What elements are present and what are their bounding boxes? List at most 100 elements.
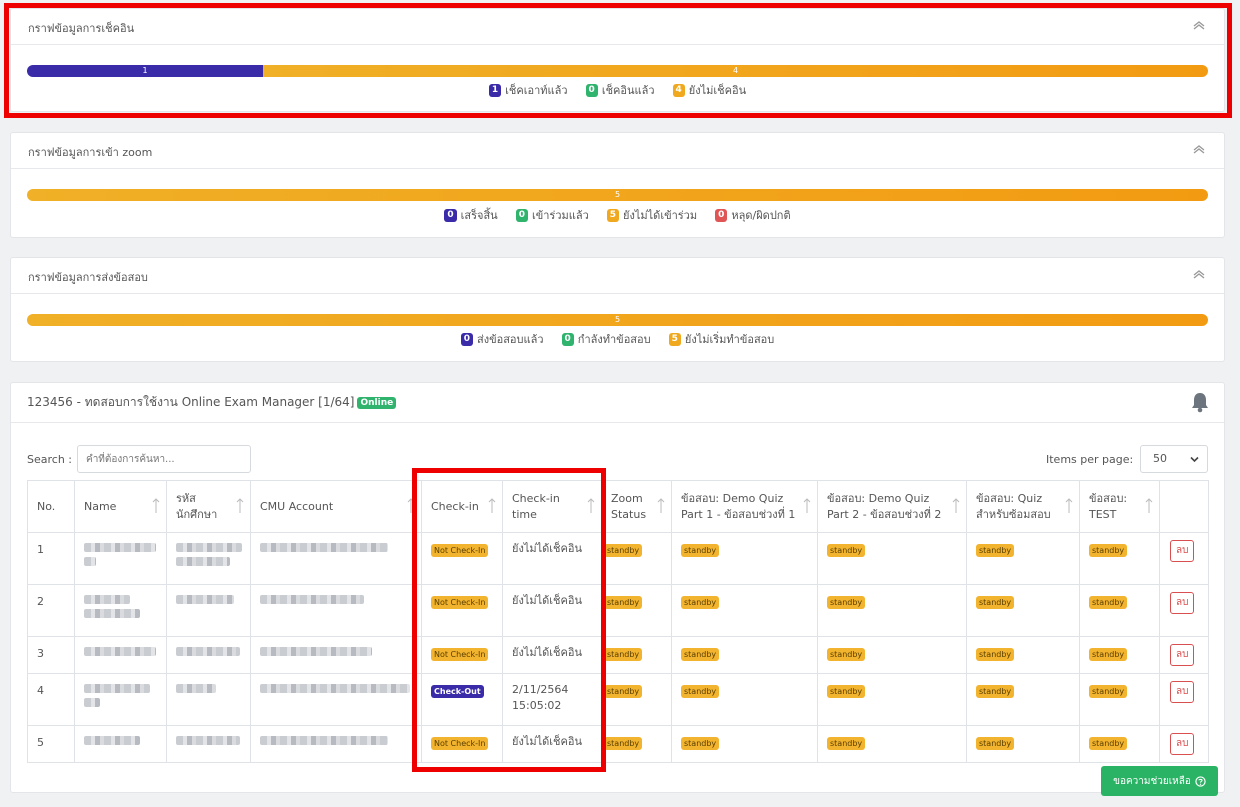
legend-label: กำลังทำข้อสอบ [577,333,651,346]
sort-arrow-icon[interactable] [236,497,244,515]
redacted-text [84,595,130,604]
legend-item: 4 ยังไม่เช็คอิน [672,81,746,99]
column-header[interactable]: CMU Account [250,480,422,533]
sort-arrow-icon[interactable] [407,497,415,515]
chevron-up-icon[interactable] [1192,268,1206,280]
column-header-label: Check-in [431,499,479,513]
redacted-student-id [166,636,251,674]
quiz1-status-badge: standby [681,544,720,557]
zoom-chart-card: กราฟข้อมูลการเข้า zoom 5 0 เสร็จสิ้น 0 เข้า… [10,132,1225,238]
exam-chart-header[interactable]: กราฟข้อมูลการส่งข้อสอบ [11,258,1224,294]
column-header[interactable]: ข้อสอบ: Quiz สำหรับซ้อมสอบ [966,480,1080,533]
sort-arrow-icon[interactable] [1065,497,1073,515]
column-header: No. [27,480,75,533]
sort-arrow-icon[interactable] [803,497,811,515]
checkin-time: ยังไม่ได้เช็คอิน [502,532,602,585]
quiz2-status-badge: standby [827,544,866,557]
legend-label: เสร็จสิ้น [460,209,498,222]
quiz4-status-badge: standby [1089,596,1128,609]
legend-count-badge: 1 [488,83,502,97]
column-header-label: Zoom Status [611,491,647,521]
sort-arrow-icon[interactable] [488,497,496,515]
sort-arrow-icon[interactable] [1145,497,1153,515]
legend-item: 0 ส่งข้อสอบแล้ว [460,330,544,348]
checkin-legend: 1 เช็คเอาท์แล้ว 0 เช็คอินแล้ว 4 ยังไม่เช็คอิน [11,81,1224,99]
sort-arrow-icon[interactable] [952,497,960,515]
chevron-up-icon[interactable] [1192,143,1206,155]
redacted-text [176,736,240,745]
column-header[interactable]: Zoom Status [601,480,672,533]
search-input[interactable] [77,445,251,473]
quiz2-status-badge: standby [827,596,866,609]
zoom-chart-title: กราฟข้อมูลการเข้า zoom [28,146,153,159]
checkin-time-text: ยังไม่ได้เช็คอิน [512,542,582,555]
sort-arrow-icon[interactable] [152,497,160,515]
items-per-page-select[interactable]: 50 [1140,445,1208,473]
quiz4-status-badge: standby [1089,685,1128,698]
progress-segment: 5 [27,314,1208,326]
sort-arrow-icon[interactable] [657,497,665,515]
bell-icon[interactable] [1190,391,1210,413]
redacted-cmu-account [250,725,422,763]
quiz1-status-badge: standby [681,648,720,661]
exam-progress-bar: 5 [27,314,1208,326]
help-button[interactable]: ขอความช่วยเหลือ [1101,766,1218,796]
quiz4-cell: standby [1079,673,1160,726]
students-card: 123456 - ทดสอบการใช้งาน Online Exam Mana… [10,382,1225,793]
delete-button[interactable]: ลบ [1170,681,1195,703]
delete-button[interactable]: ลบ [1170,540,1195,562]
quiz4-status-badge: standby [1089,737,1128,750]
redacted-text [176,595,234,604]
redacted-text [84,736,140,745]
items-per-page-value: 50 [1153,452,1167,465]
students-table: No. Name รหัส นักศึกษา CMU Account Check-in C… [27,480,1209,763]
column-header-label: รหัส นักศึกษา [176,491,218,521]
quiz1-cell: standby [671,584,818,637]
search-label: Search : [27,453,72,466]
quiz2-status-badge: standby [827,648,866,661]
column-header[interactable]: ข้อสอบ: TEST [1079,480,1160,533]
delete-button[interactable]: ลบ [1170,733,1195,755]
column-header[interactable]: ข้อสอบ: Demo Quiz Part 2 - ข้อสอบช่วงที่… [817,480,967,533]
legend-label: หลุด/ผิดปกติ [731,209,791,222]
legend-item: 5 ยังไม่ได้เข้าร่วม [606,206,697,224]
checkin-status-badge: Check-Out [431,685,484,698]
column-header[interactable]: Check-in time [502,480,602,533]
column-header[interactable]: Check-in [421,480,503,533]
column-header[interactable]: Name [74,480,167,533]
legend-count-badge: 0 [715,208,728,222]
row-number: 4 [27,673,75,726]
legend-item: 0 หลุด/ผิดปกติ [715,206,791,224]
checkin-status-badge: Not Check-In [431,737,489,750]
question-circle-icon [1195,775,1206,787]
checkin-time: ยังไม่ได้เช็คอิน [502,584,602,637]
redacted-text [84,543,156,552]
redacted-text [260,684,410,693]
checkin-time-text: 2/11/2564 15:05:02 [512,683,569,712]
quiz2-cell: standby [817,636,967,674]
checkin-cell: Not Check-In [421,532,503,585]
progress-segment: 4 [263,65,1208,77]
column-header[interactable]: รหัส นักศึกษา [166,480,251,533]
delete-button[interactable]: ลบ [1170,644,1195,666]
row-number: 5 [27,725,75,763]
quiz3-cell: standby [966,673,1080,726]
zoom-status-badge: standby [604,544,643,557]
quiz2-cell: standby [817,725,967,763]
chevron-up-icon[interactable] [1192,19,1206,31]
checkin-chart-header[interactable]: กราฟข้อมูลการเช็คอิน [11,9,1224,45]
quiz1-status-badge: standby [681,737,720,750]
checkin-time-text: ยังไม่ได้เช็คอิน [512,735,582,748]
delete-button[interactable]: ลบ [1170,592,1195,614]
progress-segment: 5 [27,189,1208,201]
column-header[interactable]: ข้อสอบ: Demo Quiz Part 1 - ข้อสอบช่วงที่… [671,480,818,533]
zoom-chart-header[interactable]: กราฟข้อมูลการเข้า zoom [11,133,1224,169]
quiz2-cell: standby [817,673,967,726]
quiz4-cell: standby [1079,725,1160,763]
action-cell: ลบ [1159,636,1209,674]
legend-count-badge: 0 [460,332,473,346]
legend-item: 0 เช็คอินแล้ว [585,81,655,99]
quiz3-cell: standby [966,532,1080,585]
redacted-text [260,543,388,552]
sort-arrow-icon[interactable] [587,497,595,515]
